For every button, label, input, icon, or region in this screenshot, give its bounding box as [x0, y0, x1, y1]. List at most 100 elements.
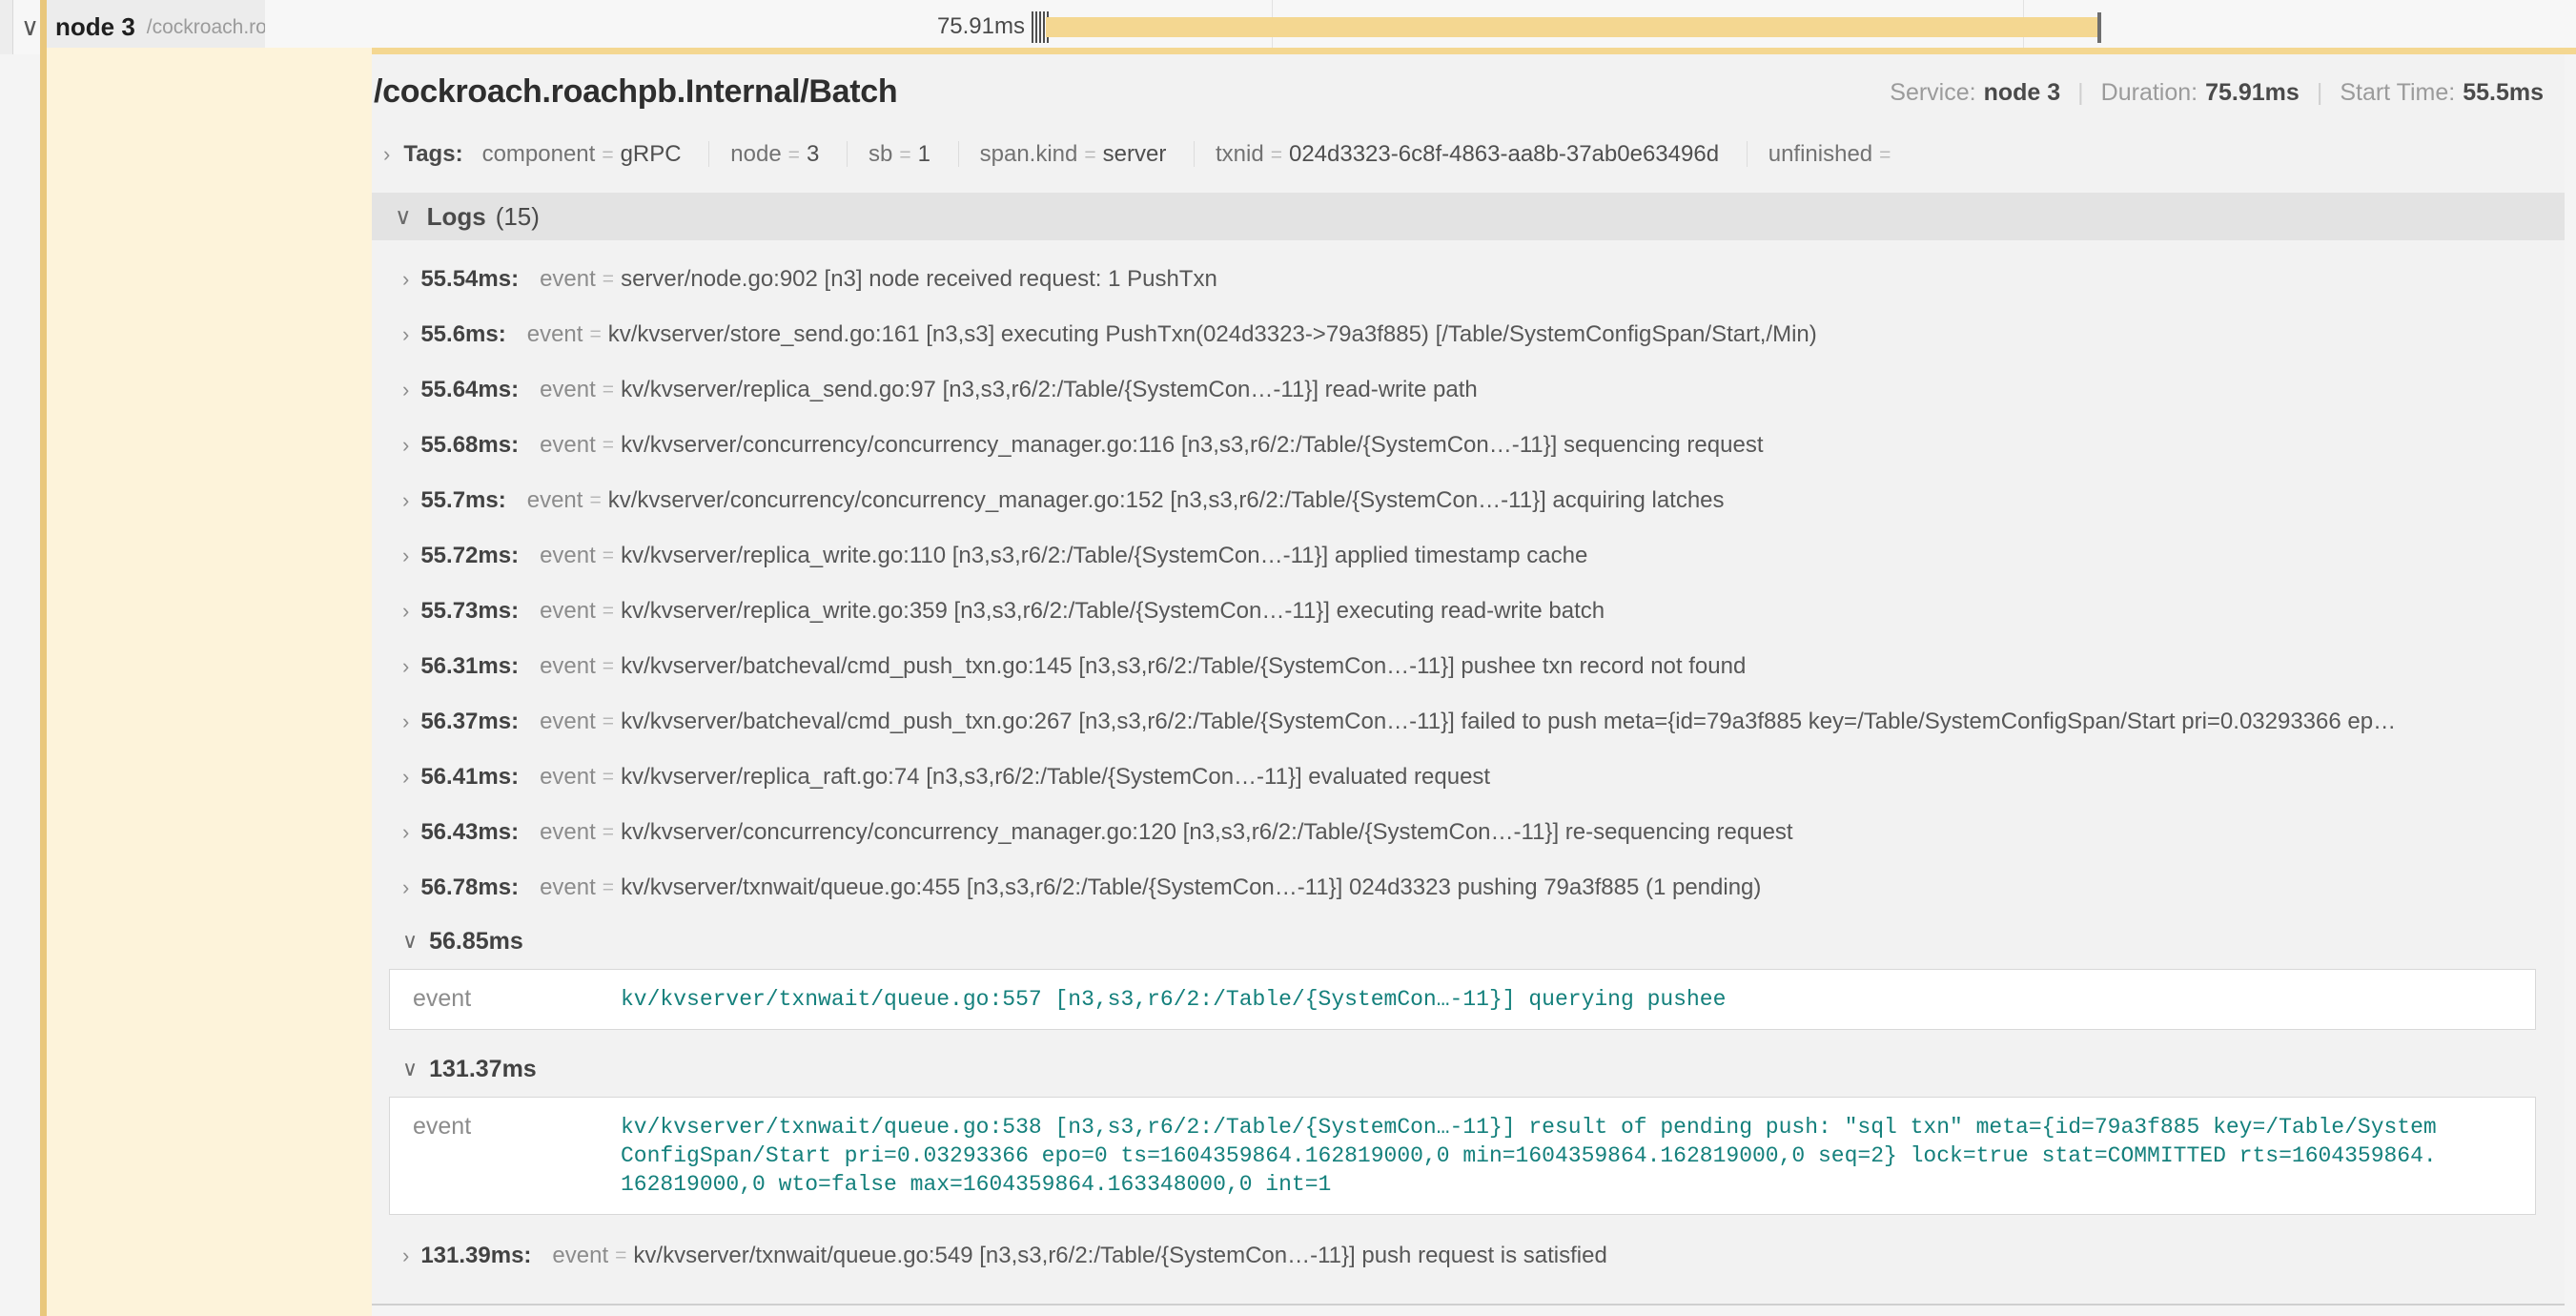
right-page-margin — [2565, 54, 2576, 1316]
span-name-cell[interactable]: node 3 /cockroach.roach… — [47, 0, 265, 54]
chevron-right-icon[interactable]: › — [402, 433, 409, 458]
log-message: kv/kvserver/batcheval/cmd_push_txn.go:26… — [621, 709, 2396, 735]
selected-row-strip — [265, 48, 2576, 54]
log-entry-row[interactable]: › 55.54ms: event = server/node.go:902 [n… — [372, 252, 2565, 307]
log-entry-row[interactable]: › 55.6ms: event = kv/kvserver/store_send… — [372, 307, 2565, 362]
equals-sign: = — [603, 655, 614, 678]
logs-footer-note: Log timestamps are relative to the start… — [372, 1293, 2565, 1306]
tags-accordion[interactable]: › Tags: component=gRPC node=3 sb=1 span.… — [379, 141, 2565, 168]
start-time-label: Start Time: — [2340, 79, 2455, 107]
log-entry-row[interactable]: › 56.43ms: event = kv/kvserver/concurren… — [372, 805, 2565, 860]
chevron-right-icon[interactable]: › — [402, 654, 409, 679]
equals-sign: = — [603, 821, 614, 844]
equals-sign: = — [603, 600, 614, 623]
span-duration-bar[interactable] — [1046, 17, 2097, 37]
chevron-right-icon[interactable]: › — [402, 378, 409, 402]
equals-sign: = — [603, 545, 614, 567]
log-entry-row[interactable]: › 55.72ms: event = kv/kvserver/replica_w… — [372, 528, 2565, 584]
log-message: kv/kvserver/replica_write.go:110 [n3,s3,… — [621, 543, 1587, 569]
chevron-right-icon[interactable]: › — [402, 322, 409, 347]
log-timestamp: 55.68ms: — [420, 432, 519, 459]
log-entry-row[interactable]: › 56.37ms: event = kv/kvserver/batcheval… — [372, 694, 2565, 750]
equals-sign: = — [603, 710, 614, 733]
chevron-right-icon[interactable]: › — [402, 544, 409, 568]
log-field-key: event — [527, 321, 583, 348]
log-entry-row[interactable]: › 56.78ms: event = kv/kvserver/txnwait/q… — [372, 860, 2565, 915]
log-timestamp: 55.64ms: — [420, 377, 519, 403]
equals-sign: = — [899, 144, 910, 166]
equals-sign: = — [603, 268, 614, 291]
log-timestamp: 56.78ms: — [420, 874, 519, 901]
chevron-right-icon[interactable]: › — [402, 820, 409, 845]
equals-sign: = — [603, 379, 614, 401]
log-message: kv/kvserver/txnwait/queue.go:455 [n3,s3,… — [621, 874, 1761, 901]
log-timestamp: 56.85ms — [429, 928, 523, 956]
equals-sign: = — [589, 323, 601, 346]
log-field-key: event — [540, 653, 596, 680]
chevron-right-icon[interactable]: › — [402, 1244, 409, 1268]
log-message: kv/kvserver/replica_send.go:97 [n3,s3,r6… — [621, 377, 1478, 403]
log-entry-row[interactable]: › 131.39ms: event = kv/kvserver/txnwait/… — [372, 1228, 2565, 1284]
chevron-down-icon[interactable]: ∨ — [395, 203, 412, 231]
duration-label: Duration: — [2101, 79, 2198, 107]
tag-list: component=gRPC node=3 sb=1 span.kind=ser… — [482, 141, 1919, 168]
equals-sign: = — [603, 876, 614, 899]
log-field-key: event — [413, 985, 621, 1014]
log-entry-row[interactable]: › 55.73ms: event = kv/kvserver/replica_w… — [372, 584, 2565, 639]
log-timestamp: 55.54ms: — [420, 266, 519, 293]
logs-count: (15) — [496, 202, 540, 232]
logs-accordion-header[interactable]: ∨ Logs (15) — [372, 193, 2565, 240]
chevron-down-icon[interactable]: ∨ — [402, 1057, 418, 1081]
log-timestamp: 131.37ms — [429, 1056, 537, 1083]
log-event-value: kv/kvserver/txnwait/queue.go:538 [n3,s3,… — [621, 1113, 2437, 1199]
log-message: kv/kvserver/concurrency/concurrency_mana… — [621, 819, 1793, 846]
log-entry-row[interactable]: › 56.41ms: event = kv/kvserver/replica_r… — [372, 750, 2565, 805]
chevron-right-icon[interactable]: › — [383, 142, 390, 167]
log-timestamp: 56.37ms: — [420, 709, 519, 735]
log-entry-row[interactable]: › 56.31ms: event = kv/kvserver/batcheval… — [372, 639, 2565, 694]
log-message: kv/kvserver/batcheval/cmd_push_txn.go:14… — [621, 653, 1746, 680]
log-entry-row[interactable]: › 55.7ms: event = kv/kvserver/concurrenc… — [372, 473, 2565, 528]
log-entry-row[interactable]: › 55.68ms: event = kv/kvserver/concurren… — [372, 418, 2565, 473]
tags-label: Tags: — [403, 141, 462, 168]
log-event-detail-box: event kv/kvserver/txnwait/queue.go:538 [… — [389, 1097, 2536, 1215]
log-timestamp: 56.41ms: — [420, 764, 519, 791]
service-label: Service: — [1890, 79, 1975, 107]
equals-sign: = — [602, 144, 613, 166]
log-timestamp: 55.72ms: — [420, 543, 519, 569]
log-message: server/node.go:902 [n3] node received re… — [621, 266, 1217, 293]
equals-sign: = — [1271, 144, 1282, 166]
collapse-span-chevron-icon[interactable]: ∨ — [21, 12, 39, 42]
log-field-key: event — [413, 1113, 621, 1199]
tag-item: span.kind=server — [958, 141, 1194, 167]
span-detail-panel: /cockroach.roachpb.Internal/Batch Servic… — [372, 54, 2565, 1306]
chevron-right-icon[interactable]: › — [402, 599, 409, 624]
log-entry-expanded: ∨ 56.85ms event kv/kvserver/txnwait/queu… — [372, 915, 2565, 1030]
log-field-key: event — [540, 764, 596, 791]
log-field-key: event — [540, 377, 596, 403]
tag-value: gRPC — [621, 141, 682, 167]
log-entry-list: › 55.54ms: event = server/node.go:902 [n… — [372, 240, 2565, 1284]
chevron-right-icon[interactable]: › — [402, 875, 409, 900]
chevron-right-icon[interactable]: › — [402, 765, 409, 790]
equals-sign: = — [603, 434, 614, 457]
log-entry-row[interactable]: ∨ 131.37ms — [372, 1043, 2565, 1095]
log-event-detail-box: event kv/kvserver/txnwait/queue.go:557 [… — [389, 969, 2536, 1030]
log-entry-row[interactable]: › 55.64ms: event = kv/kvserver/replica_s… — [372, 362, 2565, 418]
tag-key: unfinished — [1768, 141, 1872, 167]
log-field-key: event — [540, 819, 596, 846]
chevron-right-icon[interactable]: › — [402, 267, 409, 292]
log-message: kv/kvserver/concurrency/concurrency_mana… — [608, 487, 1725, 514]
logs-title: Logs — [427, 202, 486, 232]
log-entry-row[interactable]: ∨ 56.85ms — [372, 915, 2565, 967]
chevron-down-icon[interactable]: ∨ — [402, 929, 418, 954]
span-duration-label: 75.91ms — [937, 13, 1025, 40]
span-color-accent — [40, 0, 47, 1316]
tag-key: span.kind — [980, 141, 1078, 167]
service-value: node 3 — [1984, 79, 2061, 107]
chevron-right-icon[interactable]: › — [402, 709, 409, 734]
tag-key: component — [482, 141, 596, 167]
chevron-right-icon[interactable]: › — [402, 488, 409, 513]
tag-value: server — [1103, 141, 1167, 167]
tag-item: txnid=024d3323-6c8f-4863-aa8b-37ab0e6349… — [1194, 141, 1747, 167]
